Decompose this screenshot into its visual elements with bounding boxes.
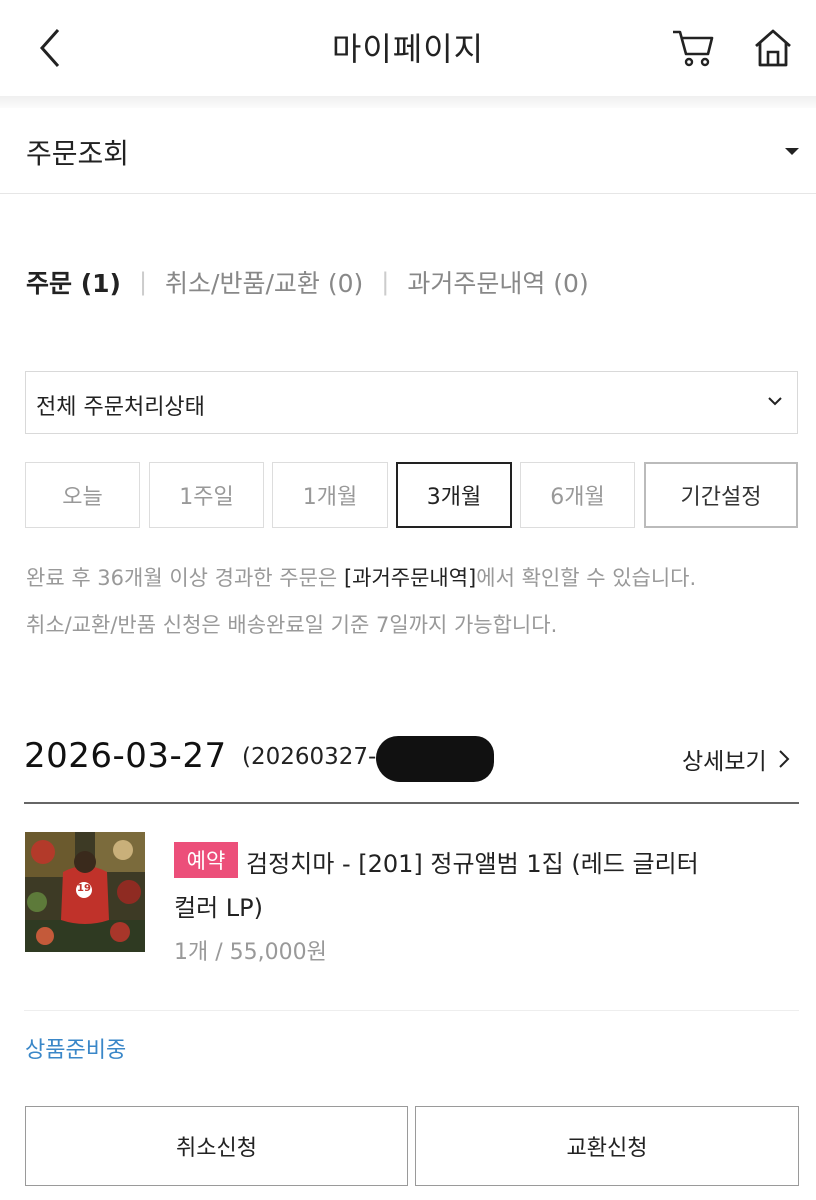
period-today-button[interactable]: 오늘 [25, 462, 140, 528]
period-1week-button[interactable]: 1주일 [149, 462, 264, 528]
tab-orders[interactable]: 주문 (1) [26, 264, 121, 300]
cancel-request-button[interactable]: 취소신청 [25, 1106, 408, 1186]
product-name-line1: 검정치마 - [201] 정규앨범 1집 (레드 글리터 [246, 850, 699, 878]
order-detail-label: 상세보기 [682, 749, 767, 775]
product-name[interactable]: 검정치마 - [201] 정규앨범 1집 (레드 글리터 컬러 LP) [174, 840, 766, 922]
order-number: (20260327- [242, 744, 377, 770]
tab-cancel-return-exchange[interactable]: 취소/반품/교환 (0) [165, 264, 363, 300]
product-thumbnail[interactable]: 19 [25, 832, 145, 952]
chevron-right-icon [778, 750, 790, 768]
tab-past-orders[interactable]: 과거주문내역 (0) [407, 264, 588, 300]
notice-text: 에서 확인할 수 있습니다. [476, 566, 697, 590]
period-6months-button[interactable]: 6개월 [520, 462, 635, 528]
item-divider [24, 1010, 799, 1011]
period-1month-button[interactable]: 1개월 [272, 462, 388, 528]
notice-past-orders: 완료 후 36개월 이상 경과한 주문은 [과거주문내역]에서 확인할 수 있습… [26, 562, 696, 592]
order-detail-link[interactable]: 상세보기 [682, 742, 791, 776]
product-name-line2: 컬러 LP) [174, 894, 263, 922]
cart-icon [673, 30, 714, 67]
section-dropdown-label: 주문조회 [26, 137, 130, 170]
cart-button[interactable] [670, 26, 716, 70]
order-status-filter[interactable]: 전체 주문처리상태 [25, 371, 798, 434]
home-icon [755, 29, 791, 67]
caret-down-icon [785, 148, 799, 155]
age-rating-label: 19 [77, 883, 91, 894]
chevron-down-icon [768, 397, 782, 406]
home-button[interactable] [752, 26, 794, 70]
order-divider [24, 802, 799, 804]
order-date: 2026-03-27 [24, 736, 227, 776]
preorder-badge: 예약 [174, 842, 238, 878]
period-custom-button[interactable]: 기간설정 [644, 462, 798, 528]
exchange-request-button[interactable]: 교환신청 [415, 1106, 799, 1186]
order-tabs: 주문 (1) | 취소/반품/교환 (0) | 과거주문내역 (0) [26, 262, 589, 302]
past-orders-link[interactable]: [과거주문내역] [344, 566, 476, 590]
notice-text: 완료 후 36개월 이상 경과한 주문은 [26, 566, 344, 590]
order-status-filter-value: 전체 주문처리상태 [36, 395, 205, 420]
tab-separator: | [381, 268, 390, 296]
header-shadow [0, 96, 816, 108]
redaction-mark [376, 736, 494, 782]
section-dropdown[interactable]: 주문조회 [0, 108, 816, 194]
notice-cancel-policy: 취소/교환/반품 신청은 배송완료일 기준 7일까지 가능합니다. [26, 613, 558, 637]
top-app-bar: 마이페이지 [0, 0, 816, 98]
tab-separator: | [138, 268, 148, 296]
period-3months-button[interactable]: 3개월 [396, 462, 512, 528]
quantity-price: 1개 / 55,000원 [174, 940, 327, 965]
shipping-status: 상품준비중 [25, 1038, 127, 1063]
